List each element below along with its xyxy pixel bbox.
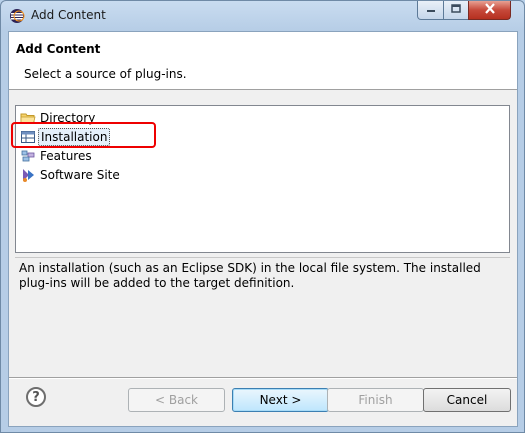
wizard-header: Add Content Select a source of plug-ins. bbox=[9, 32, 517, 90]
back-button-label: < Back bbox=[154, 393, 198, 407]
source-tree[interactable]: Directory Installation Features Software… bbox=[15, 105, 510, 253]
tree-item-label: Software Site bbox=[40, 168, 120, 182]
minimize-icon bbox=[426, 3, 436, 17]
page-description: Select a source of plug-ins. bbox=[24, 67, 187, 81]
tree-item-software-site[interactable]: Software Site bbox=[20, 166, 122, 184]
finish-button-label: Finish bbox=[358, 393, 393, 407]
finish-button[interactable]: Finish bbox=[327, 388, 424, 412]
close-button[interactable] bbox=[468, 1, 511, 20]
page-title: Add Content bbox=[16, 42, 101, 56]
tree-item-installation[interactable]: Installation bbox=[20, 128, 111, 146]
tree-item-label: Installation bbox=[38, 128, 111, 146]
title-bar[interactable]: Add Content bbox=[1, 1, 524, 31]
close-icon bbox=[484, 3, 496, 17]
tree-item-label: Features bbox=[40, 149, 92, 163]
tree-item-label: Directory bbox=[40, 111, 96, 125]
eclipse-icon bbox=[9, 8, 25, 24]
maximize-button[interactable] bbox=[443, 1, 469, 20]
window-title: Add Content bbox=[31, 8, 106, 22]
software-site-icon bbox=[20, 167, 36, 183]
help-button[interactable]: ? bbox=[26, 387, 46, 407]
next-button[interactable]: Next > bbox=[232, 388, 329, 412]
dialog-client-area: Add Content Select a source of plug-ins.… bbox=[8, 31, 518, 427]
button-bar-separator bbox=[9, 377, 517, 379]
tree-item-features[interactable]: Features bbox=[20, 147, 94, 165]
add-content-dialog: Add Content Add Content Select a source … bbox=[0, 0, 525, 433]
installation-icon bbox=[20, 129, 36, 145]
tree-item-directory[interactable]: Directory bbox=[20, 109, 97, 127]
maximize-icon bbox=[451, 3, 461, 17]
description-text: An installation (such as an Eclipse SDK)… bbox=[15, 257, 510, 293]
back-button[interactable]: < Back bbox=[128, 388, 225, 412]
cancel-button[interactable]: Cancel bbox=[423, 388, 511, 412]
help-icon: ? bbox=[32, 389, 40, 405]
features-icon bbox=[20, 148, 36, 164]
next-button-label: Next > bbox=[259, 393, 302, 407]
minimize-button[interactable] bbox=[417, 1, 444, 20]
folder-icon bbox=[20, 110, 36, 126]
cancel-button-label: Cancel bbox=[446, 393, 488, 407]
